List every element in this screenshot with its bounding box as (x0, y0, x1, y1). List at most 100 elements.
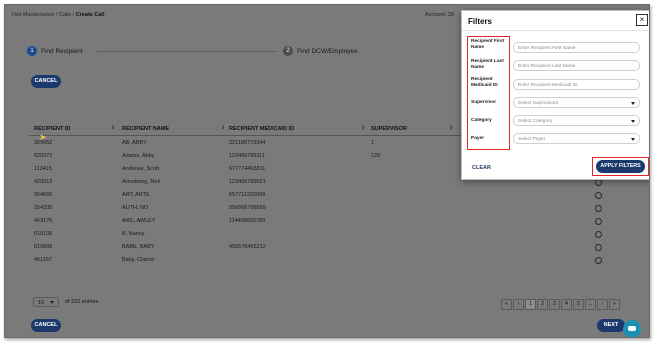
page-button-4[interactable]: 4 (561, 299, 572, 310)
payer-label: Payer (471, 136, 485, 141)
cell-recipient-name: AWL, AWLEY (122, 218, 156, 224)
breadcrumb-item-visit-maintenance[interactable]: Visit Maintenance (11, 12, 54, 18)
next-button[interactable]: NEXT (597, 319, 625, 332)
table-row[interactable]: 463176 AWL, AWLEY 114488665789 (29, 215, 629, 228)
page-ellipsis: ... (585, 299, 596, 310)
sort-icon[interactable]: ⇕ (111, 125, 115, 131)
breadcrumb-item-calls[interactable]: Calls (59, 12, 71, 18)
cell-medicaid-id: 123456789021 (229, 179, 266, 185)
supervisor-select[interactable]: Select Supervisors (513, 97, 640, 108)
table-row[interactable]: 610808 BABE, BABY 456578455212 (29, 241, 629, 254)
sort-icon[interactable]: ⇕ (361, 125, 365, 131)
cell-medicaid-id: 456578455212 (229, 244, 266, 250)
chevron-down-icon (631, 120, 635, 123)
recipient-last-name-label: Recipient Last Name (471, 59, 504, 70)
recipient-medicaid-id-label: Recipient Medicaid ID (471, 77, 498, 88)
cell-recipient-name: AB, ABBY (122, 140, 147, 146)
category-label: Category (471, 118, 492, 123)
cancel-button-bottom[interactable]: CANCEL (31, 319, 61, 332)
row-select-radio[interactable] (595, 205, 602, 212)
cell-recipient-name: Armstrong, Neil (122, 179, 160, 185)
cell-recipient-id: 820372 (34, 153, 53, 159)
table-row[interactable]: 954665 ART, ARTE 557711220099 (29, 189, 629, 202)
apply-filters-button[interactable]: APPLY FILTERS (596, 160, 645, 173)
cell-recipient-name: AUTH, NO (122, 205, 149, 211)
step-1-indicator: 1 (27, 46, 37, 56)
account-label: Account: 39 (425, 12, 455, 18)
step-2-indicator: 2 (283, 46, 293, 56)
cell-medicaid-id: 557711220099 (229, 192, 266, 198)
close-icon[interactable]: × (636, 14, 648, 26)
row-select-radio[interactable] (595, 231, 602, 238)
table-row[interactable]: 615108 B, Nancy (29, 228, 629, 241)
highlight-box (467, 36, 510, 150)
recipient-first-name-input[interactable]: Enter Recipient First Name (513, 42, 640, 53)
cell-medicaid-id: 221188773344 (229, 140, 266, 146)
payer-select-value: Select Payer (518, 137, 546, 142)
row-select-radio[interactable] (595, 179, 602, 186)
page-prev-button[interactable]: ‹ (513, 299, 524, 310)
chevron-down-icon (631, 102, 635, 105)
chat-icon[interactable] (623, 320, 641, 337)
cell-recipient-name: B, Nancy (122, 231, 145, 237)
page-last-button[interactable]: » (609, 299, 620, 310)
column-header-medicaid-id[interactable]: RECIPIENT MEDICAID ID (229, 126, 294, 132)
cell-recipient-id: 369952 (34, 140, 53, 146)
cell-recipient-id: 461157 (34, 257, 52, 263)
filters-title: Filters (468, 17, 493, 26)
recipient-last-name-input[interactable]: Enter Recipient Last Name (513, 60, 640, 71)
column-header-recipient-name[interactable]: RECIPIENT NAME (122, 126, 169, 132)
row-select-radio[interactable] (595, 192, 602, 199)
page-button-1[interactable]: 1 (525, 299, 536, 310)
app-window: Visit Maintenance / Calls / Create Call … (4, 4, 650, 338)
cell-recipient-name: ART, ARTE (122, 192, 150, 198)
cell-recipient-id: 113415 (34, 166, 52, 172)
cell-recipient-id: 254335 (34, 205, 53, 211)
sort-icon[interactable]: ⇕ (221, 125, 225, 131)
cell-recipient-name: Adams, Abby (122, 153, 155, 159)
supervisor-select-value: Select Supervisors (518, 101, 558, 106)
recipient-first-name-label: Recipient First Name (471, 39, 505, 50)
clear-filters-button[interactable]: CLEAR (472, 165, 491, 171)
recipient-medicaid-id-input[interactable]: Enter Recipient Medicaid ID (513, 79, 640, 90)
cell-supervisor: 128 (371, 153, 381, 159)
page-size-select[interactable]: 10 (33, 297, 59, 307)
cell-recipient-name: Baby, Clarice (122, 257, 155, 263)
step-1-label: Find Recipient (41, 48, 83, 55)
cell-recipient-id: 610808 (34, 244, 53, 250)
chevron-down-icon (631, 138, 635, 141)
entries-count: of 232 entries (65, 299, 99, 305)
cell-recipient-id: 425013 (34, 179, 53, 185)
cell-medicaid-id: 556668798659 (229, 205, 266, 211)
table-row[interactable]: 254335 AUTH, NO 556668798659 (29, 202, 629, 215)
page-button-2[interactable]: 2 (537, 299, 548, 310)
cancel-button-top[interactable]: CANCEL (31, 75, 61, 88)
payer-select[interactable]: Select Payer (513, 133, 640, 144)
page-button-3[interactable]: 3 (549, 299, 560, 310)
cell-medicaid-id: 123456789111 (229, 153, 265, 159)
page-first-button[interactable]: « (501, 299, 512, 310)
table-row[interactable]: 461157 Baby, Clarice (29, 254, 629, 267)
row-select-radio[interactable] (595, 244, 602, 251)
cell-medicaid-id: 114488665789 (229, 218, 266, 224)
cell-recipient-id: 463176 (34, 218, 53, 224)
cell-medicaid-id: 677774493811 (229, 166, 266, 172)
cell-recipient-id: 954665 (34, 192, 53, 198)
step-divider (97, 51, 277, 52)
page-next-button[interactable]: › (597, 299, 608, 310)
row-select-radio[interactable] (595, 257, 602, 264)
supervisor-label: Supervisor (471, 100, 497, 105)
column-header-supervisor[interactable]: SUPERVISOR (371, 126, 407, 132)
cell-recipient-id: 615108 (34, 231, 53, 237)
category-select[interactable]: Select Category (513, 115, 640, 126)
category-select-value: Select Category (518, 119, 553, 124)
page-size-value: 10 (38, 300, 45, 306)
cell-recipient-name: BABE, BABY (122, 244, 155, 250)
breadcrumb-item-create-call: Create Call (75, 12, 105, 18)
chevron-down-icon (50, 301, 54, 304)
page-button-5[interactable]: 5 (573, 299, 584, 310)
breadcrumb: Visit Maintenance / Calls / Create Call (11, 12, 104, 18)
sort-icon[interactable]: ⇕ (449, 125, 453, 131)
filters-dialog: Filters × Recipient First Name Enter Rec… (461, 10, 649, 180)
row-select-radio[interactable] (595, 218, 602, 225)
